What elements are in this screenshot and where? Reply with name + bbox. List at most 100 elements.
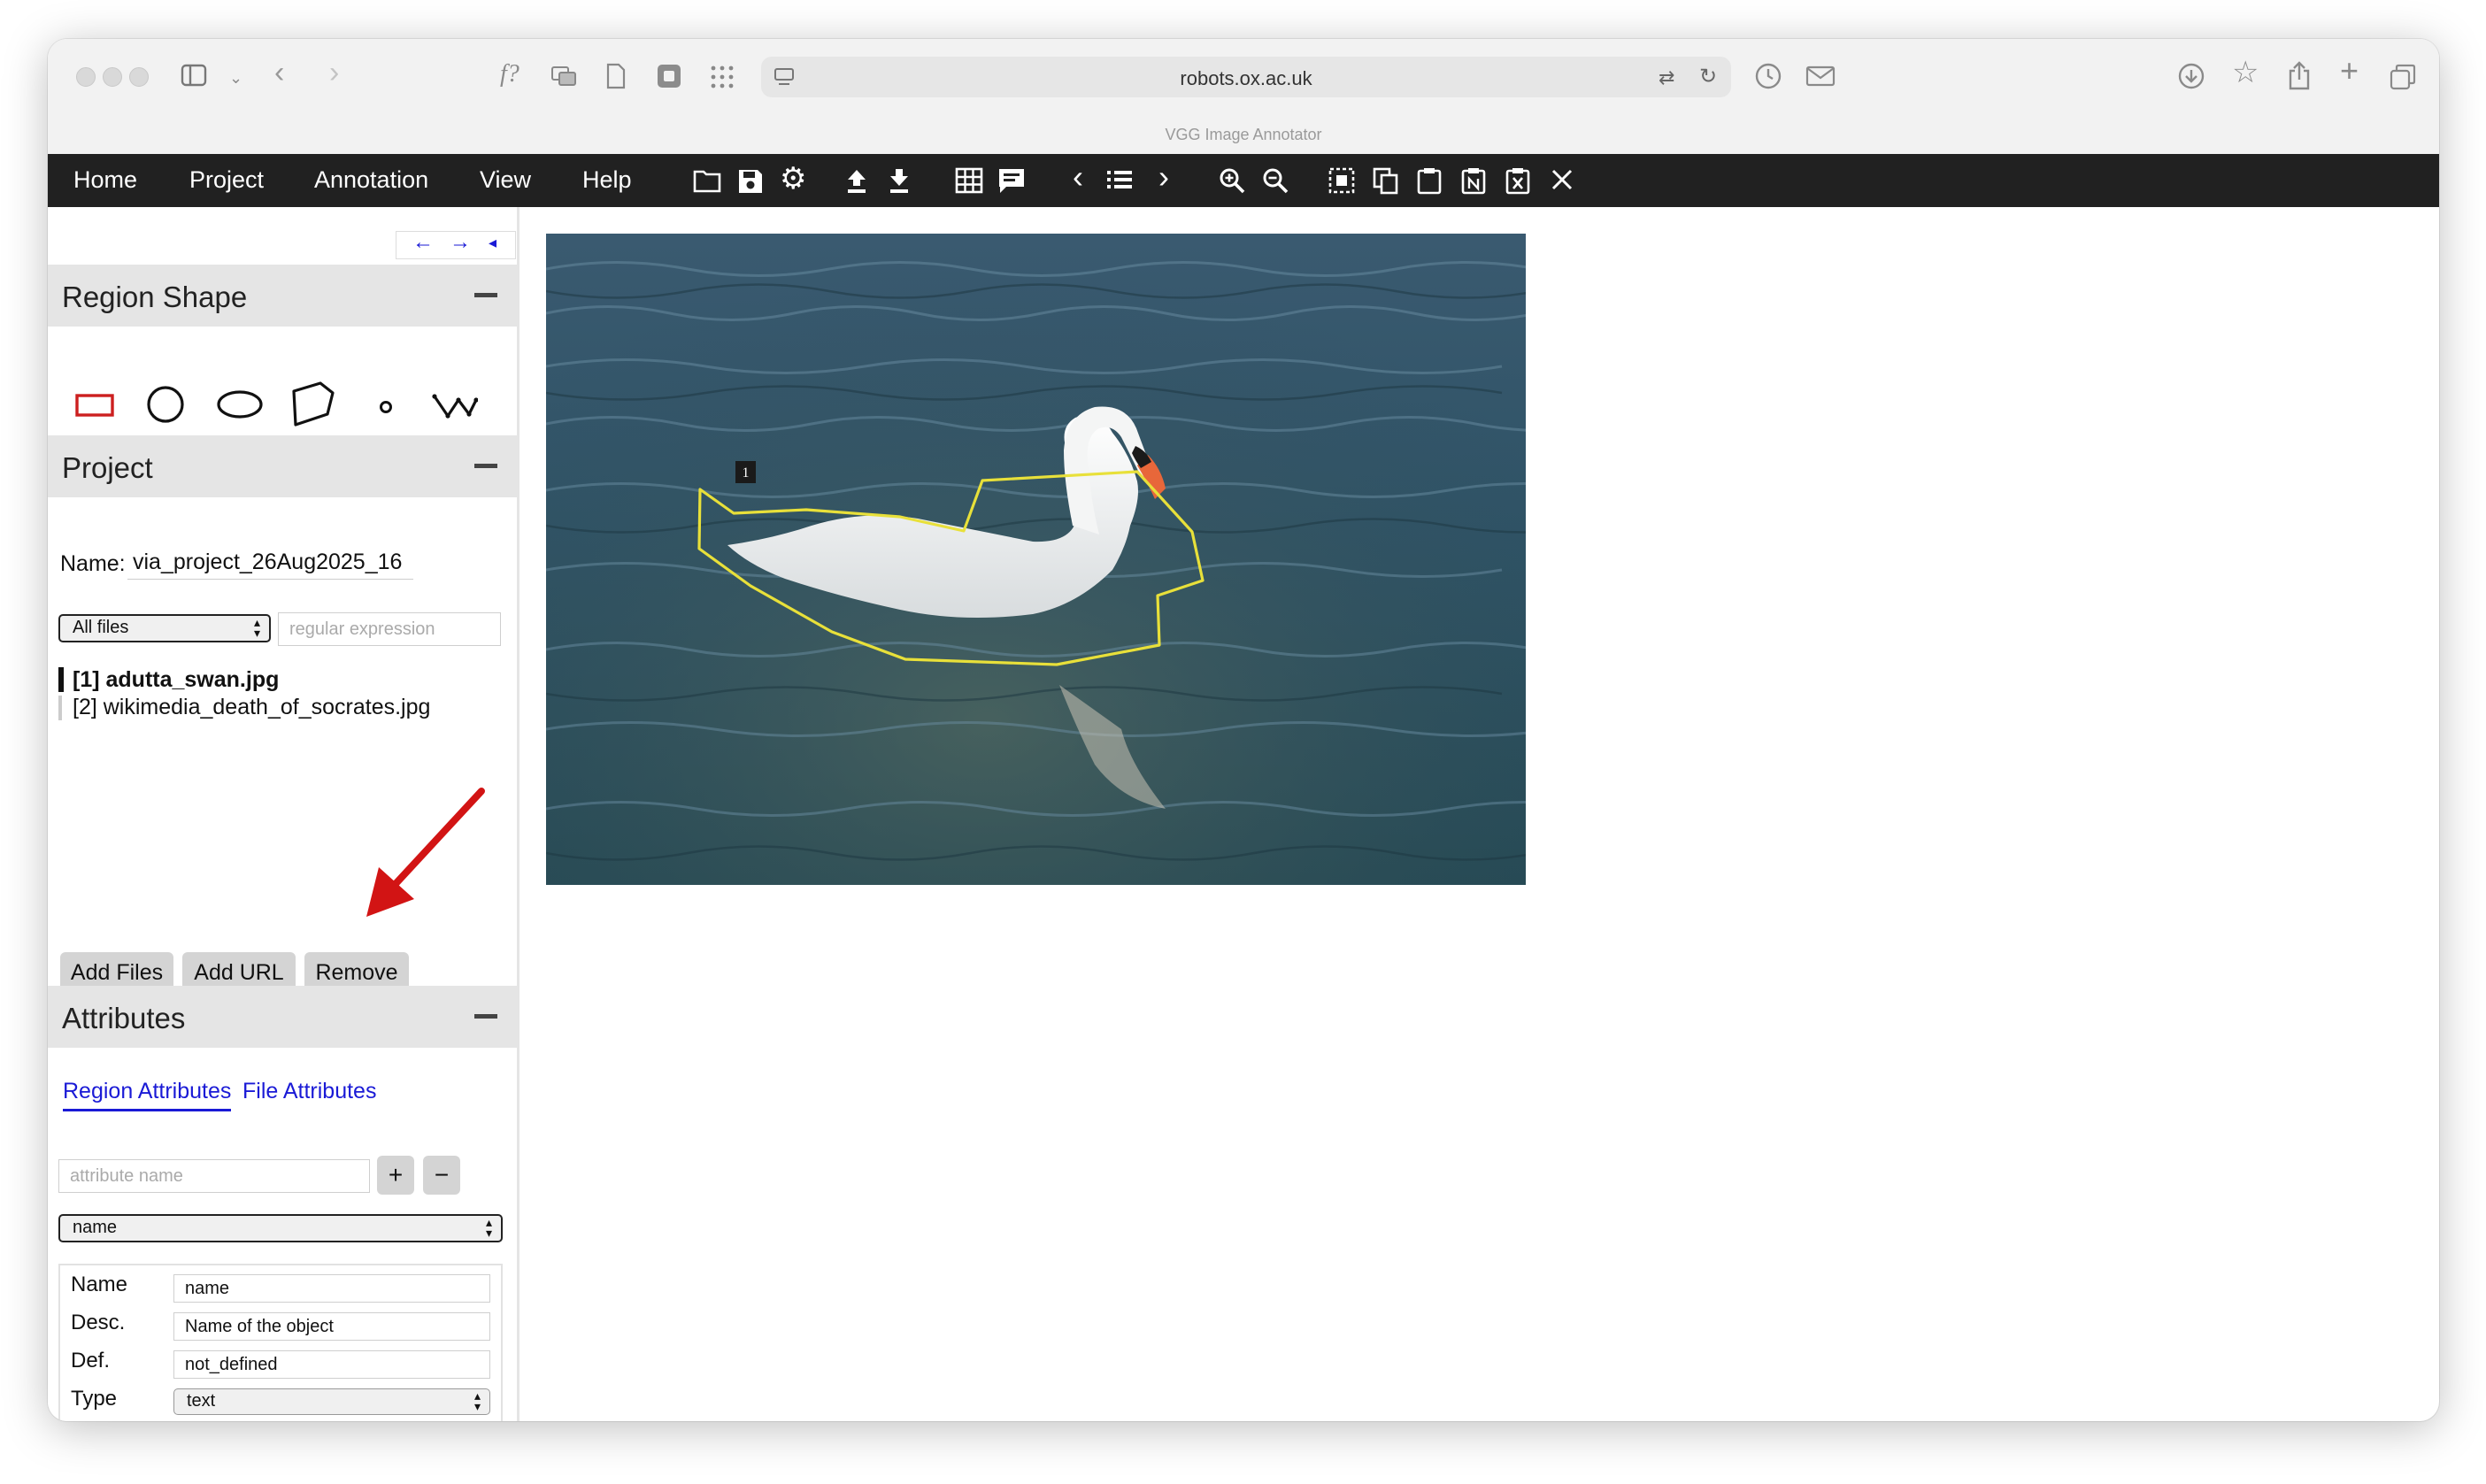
sidebar-toggle-icon[interactable] — [181, 64, 207, 87]
panel-collapse-arrow[interactable]: ◂ — [489, 234, 496, 252]
mail-icon[interactable] — [1805, 65, 1836, 87]
attr-default-label: Def. — [71, 1349, 111, 1373]
file-filter-value: All files — [73, 618, 129, 637]
attributes-title: Attributes — [62, 1002, 186, 1034]
new-tab-icon[interactable]: + — [2340, 55, 2359, 87]
select-arrows-icon: ▴ ▾ — [253, 615, 260, 640]
grid-view-icon[interactable] — [955, 166, 983, 195]
swan-image[interactable]: 1 — [546, 234, 1526, 885]
bookmark-star-icon[interactable]: ☆ — [2232, 58, 2259, 88]
formula-extension-icon[interactable]: f? — [500, 62, 520, 87]
rectangle-shape-icon[interactable] — [74, 391, 115, 419]
paste-n-regions-icon[interactable] — [1459, 166, 1488, 195]
attribute-select-value: name — [73, 1218, 118, 1237]
browser-toolbar: ⌄ ‹ › f? robots.ox.ac.uk ⇄ ↻ ☆ + VGG Ima… — [48, 39, 2439, 155]
address-text: robots.ox.ac.uk — [1180, 67, 1312, 89]
close-window-button[interactable] — [76, 67, 96, 87]
attribute-name-input[interactable]: attribute name — [58, 1159, 370, 1193]
attr-default-input[interactable]: not_defined — [173, 1350, 490, 1379]
select-arrows-icon: ▴ ▾ — [473, 1388, 481, 1413]
panel-expand-arrow[interactable]: → — [450, 230, 471, 255]
tab-region-attributes[interactable]: Region Attributes — [63, 1079, 232, 1111]
project-name-label: Name: — [60, 551, 126, 576]
project-name-input[interactable]: via_project_26Aug2025_16 — [127, 545, 413, 580]
collapse-icon[interactable] — [474, 1014, 497, 1019]
attr-desc-label: Desc. — [71, 1311, 126, 1334]
selected-file-marker — [58, 667, 64, 692]
attr-type-value: text — [187, 1391, 216, 1411]
settings-gear-icon[interactable]: ⚙ — [780, 163, 806, 195]
menu-home[interactable]: Home — [73, 166, 137, 194]
app-menubar: Home Project Annotation View Help ⚙ ‹ › — [48, 154, 2439, 207]
panel-resize-controls: ← → ◂ — [396, 230, 516, 259]
file-list-item[interactable]: [2] wikimedia_death_of_socrates.jpg — [73, 695, 430, 720]
polyline-shape-icon[interactable] — [432, 389, 478, 421]
paste-regions-icon[interactable] — [1415, 166, 1443, 195]
export-download-icon[interactable] — [887, 166, 912, 195]
copy-regions-icon[interactable] — [1372, 166, 1400, 195]
history-clock-icon[interactable] — [1754, 62, 1782, 90]
attr-type-select[interactable]: text ▴ ▾ — [173, 1388, 490, 1415]
delete-regions-icon[interactable] — [1504, 166, 1532, 195]
attr-type-label: Type — [71, 1387, 118, 1411]
open-project-icon[interactable] — [692, 166, 722, 195]
file-filter-regex-input[interactable]: regular expression — [278, 612, 501, 646]
document-extension-icon[interactable] — [605, 63, 627, 89]
address-bar[interactable]: robots.ox.ac.uk ⇄ ↻ — [761, 57, 1731, 97]
share-icon[interactable] — [2287, 60, 2312, 90]
apps-grid-icon[interactable] — [710, 65, 735, 89]
tab-title: VGG Image Annotator — [1165, 126, 1322, 143]
save-project-icon[interactable] — [737, 166, 764, 195]
window-extension-icon[interactable] — [550, 65, 577, 87]
reload-icon[interactable]: ↻ — [1699, 65, 1717, 89]
attr-name-input[interactable]: name — [173, 1274, 490, 1303]
attributes-header[interactable]: Attributes — [48, 986, 517, 1048]
circle-shape-icon[interactable] — [145, 384, 186, 425]
ellipse-shape-icon[interactable] — [216, 389, 264, 419]
annotation-canvas[interactable]: 1 — [546, 234, 1526, 885]
collapse-icon[interactable] — [474, 464, 497, 468]
attribute-properties-table: Name name Desc. Name of the object Def. … — [58, 1264, 503, 1421]
back-icon[interactable]: ‹ — [274, 58, 284, 88]
tab-overview-icon[interactable] — [2390, 64, 2416, 90]
import-upload-icon[interactable] — [844, 166, 869, 195]
add-attribute-button[interactable]: + — [377, 1156, 414, 1195]
attr-name-label: Name — [71, 1273, 128, 1296]
zoom-out-icon[interactable] — [1261, 166, 1289, 195]
menu-help[interactable]: Help — [582, 166, 632, 194]
pdf-extension-icon[interactable] — [657, 64, 681, 88]
point-shape-icon[interactable] — [377, 398, 395, 416]
delete-attribute-button[interactable]: − — [423, 1156, 460, 1195]
region-shape-title: Region Shape — [62, 281, 248, 313]
select-all-regions-icon[interactable] — [1328, 166, 1356, 195]
menu-annotation[interactable]: Annotation — [314, 166, 428, 194]
zoom-window-button[interactable] — [129, 67, 149, 87]
minimize-window-button[interactable] — [103, 67, 122, 87]
tab-file-attributes[interactable]: File Attributes — [242, 1079, 376, 1104]
browser-window: ⌄ ‹ › f? robots.ox.ac.uk ⇄ ↻ ☆ + VGG Ima… — [48, 39, 2439, 1421]
polygon-shape-icon[interactable] — [289, 381, 338, 428]
next-image-icon[interactable]: › — [1158, 161, 1169, 193]
attribute-select[interactable]: name ▴ ▾ — [58, 1214, 503, 1242]
translate-icon[interactable]: ⇄ — [1659, 65, 1674, 90]
collapse-icon[interactable] — [474, 293, 497, 297]
select-arrows-icon: ▴ ▾ — [485, 1215, 492, 1240]
zoom-in-icon[interactable] — [1218, 166, 1246, 195]
menu-project[interactable]: Project — [189, 166, 264, 194]
file-list-item-selected[interactable]: [1] adutta_swan.jpg — [73, 667, 279, 693]
menu-view[interactable]: View — [480, 166, 531, 194]
attr-desc-input[interactable]: Name of the object — [173, 1312, 490, 1341]
project-header[interactable]: Project — [48, 435, 517, 497]
annotation-editor-icon[interactable] — [997, 166, 1026, 195]
region-shape-header[interactable]: Region Shape — [48, 265, 517, 327]
file-filter-select[interactable]: All files ▴ ▾ — [58, 614, 271, 642]
file-marker — [58, 696, 62, 720]
previous-image-icon[interactable]: ‹ — [1073, 161, 1083, 193]
forward-icon[interactable]: › — [329, 58, 339, 88]
panel-shrink-arrow[interactable]: ← — [412, 230, 434, 255]
annotation-arrow-icon — [366, 788, 485, 917]
chevron-down-icon[interactable]: ⌄ — [229, 65, 242, 90]
image-list-icon[interactable] — [1106, 168, 1133, 191]
close-icon[interactable] — [1551, 168, 1574, 191]
downloads-icon[interactable] — [2177, 62, 2205, 90]
